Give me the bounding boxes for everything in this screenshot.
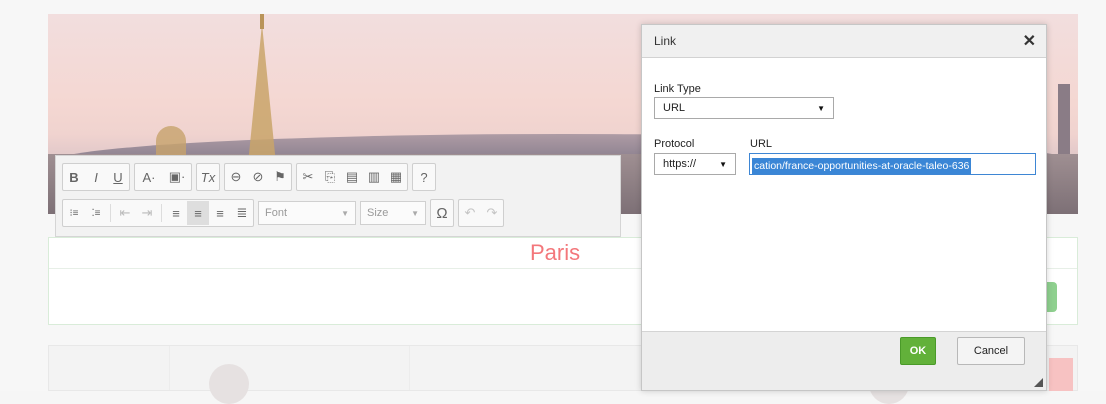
- align-center-button[interactable]: ≡: [187, 201, 209, 225]
- chevron-down-icon: ▼: [341, 208, 349, 218]
- align-right-button[interactable]: ≡: [209, 201, 231, 225]
- justify-button[interactable]: ≣: [231, 201, 253, 225]
- size-dropdown[interactable]: Size ▼: [360, 201, 426, 225]
- italic-button[interactable]: I: [85, 165, 107, 189]
- close-icon[interactable]: ✕: [1023, 31, 1036, 51]
- link-type-label: Link Type: [654, 83, 701, 95]
- copy-button[interactable]: ⎘: [319, 165, 341, 189]
- indent-button[interactable]: ⇥: [136, 201, 158, 225]
- remove-format-button[interactable]: Tx: [197, 165, 219, 189]
- unlink-button[interactable]: ⊘: [247, 165, 269, 189]
- numbered-list-button[interactable]: ⁝≡: [63, 201, 85, 225]
- toolbar-row-1: B I U A· ▣· Tx ⊖ ⊘ ⚑ ✂ ⎘ ▤ ▥ ▦ ?: [62, 163, 436, 191]
- paste-text-button[interactable]: ▥: [363, 165, 385, 189]
- url-input[interactable]: cation/france-opportunities-at-oracle-ta…: [749, 153, 1036, 175]
- protocol-label: Protocol: [654, 138, 695, 150]
- dialog-title: Link: [654, 34, 677, 48]
- ok-button[interactable]: OK: [900, 337, 936, 365]
- dialog-header[interactable]: Link ✕: [642, 25, 1046, 58]
- protocol-value: https://: [663, 158, 697, 170]
- font-dropdown-label: Font: [265, 207, 288, 219]
- link-button[interactable]: ⊖: [225, 165, 247, 189]
- link-type-select[interactable]: URL ▼: [654, 97, 834, 119]
- outdent-button[interactable]: ⇤: [114, 201, 136, 225]
- link-dialog: Link ✕ Link Type URL ▼ Protocol https://…: [641, 24, 1047, 391]
- chevron-down-icon: ▼: [817, 103, 825, 113]
- paste-word-button[interactable]: ▦: [385, 165, 407, 189]
- url-value-selected: cation/france-opportunities-at-oracle-ta…: [752, 158, 972, 174]
- link-type-value: URL: [663, 102, 686, 114]
- toolbar-row-2: ⁝≡ ⁚≡ ⇤ ⇥ ≡ ≡ ≡ ≣ Font ▼ Size ▼ Ω ↶ ↷: [62, 199, 504, 227]
- underline-button[interactable]: U: [107, 165, 129, 189]
- align-left-button[interactable]: ≡: [165, 201, 187, 225]
- cancel-button[interactable]: Cancel: [957, 337, 1025, 365]
- hero-caption: Paris: [530, 240, 581, 265]
- help-button[interactable]: ?: [413, 165, 435, 189]
- partially-hidden-button[interactable]: [1046, 282, 1057, 312]
- text-color-button[interactable]: A·: [135, 165, 163, 189]
- undo-button[interactable]: ↶: [459, 201, 481, 225]
- cut-button[interactable]: ✂: [297, 165, 319, 189]
- eiffel-tower-graphic: [248, 24, 276, 164]
- redo-button[interactable]: ↷: [481, 201, 503, 225]
- anchor-button[interactable]: ⚑: [269, 165, 291, 189]
- chevron-down-icon: ▼: [719, 159, 727, 169]
- bold-button[interactable]: B: [63, 165, 85, 189]
- paste-button[interactable]: ▤: [341, 165, 363, 189]
- protocol-select[interactable]: https:// ▼: [654, 153, 736, 175]
- chevron-down-icon: ▼: [411, 208, 419, 218]
- red-corner-badge[interactable]: [1049, 358, 1073, 391]
- background-color-button[interactable]: ▣·: [163, 165, 191, 189]
- size-dropdown-label: Size: [367, 207, 389, 219]
- url-label: URL: [750, 138, 773, 150]
- font-dropdown[interactable]: Font ▼: [258, 201, 356, 225]
- page-background: Paris B I U A· ▣· Tx ⊖ ⊘ ⚑ ✂ ⎘ ▤ ▥ ▦ ? ⁝…: [0, 0, 1106, 404]
- bulleted-list-button[interactable]: ⁚≡: [85, 201, 107, 225]
- resize-handle-icon[interactable]: [1034, 378, 1043, 387]
- special-character-button[interactable]: Ω: [431, 201, 453, 225]
- rich-text-toolbar: B I U A· ▣· Tx ⊖ ⊘ ⚑ ✂ ⎘ ▤ ▥ ▦ ? ⁝≡ ⁚≡ ⇤…: [55, 155, 621, 237]
